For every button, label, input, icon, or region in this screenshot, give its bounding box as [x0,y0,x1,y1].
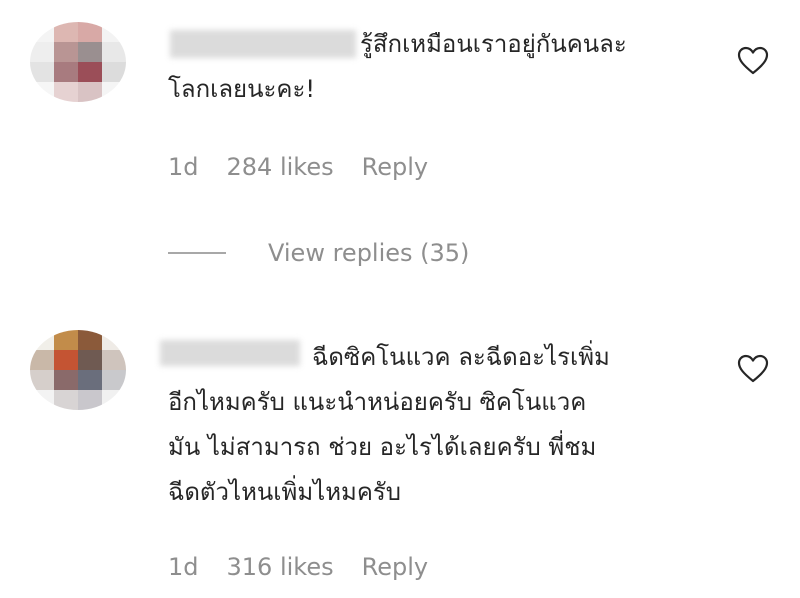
comment-meta: 1d 316 likes Reply [168,553,428,581]
avatar-pixel [102,370,126,390]
divider-line [168,252,226,254]
likes-count[interactable]: 316 likes [227,553,334,581]
avatar-pixel [30,42,54,62]
avatar[interactable] [30,330,126,410]
avatar-pixel [54,22,78,42]
avatar-pixel [78,62,102,82]
heart-outline-icon [737,354,769,383]
avatar-pixel [78,370,102,390]
avatar[interactable] [30,22,126,102]
reply-button[interactable]: Reply [362,553,428,581]
avatar-pixel [54,350,78,370]
avatar-pixel [30,62,54,82]
avatar-pixel [30,350,54,370]
avatar-pixel [54,330,78,350]
avatar-pixel [54,62,78,82]
view-replies-button[interactable]: View replies (35) [168,235,469,271]
avatar-pixel [78,350,102,370]
avatar-pixel [54,42,78,62]
avatar-pixel [30,370,54,390]
avatar-pixel [54,82,78,102]
avatar-pixel [30,82,54,102]
avatar-pixel [30,22,54,42]
avatar-pixel [78,330,102,350]
reply-button[interactable]: Reply [362,153,428,181]
heart-icon[interactable] [737,46,769,76]
avatar-pixel [30,330,54,350]
heart-outline-icon [737,46,769,75]
avatar-pixel [78,82,102,102]
avatar-pixel [102,82,126,102]
avatar-pixel [54,370,78,390]
avatar-pixel [102,390,126,410]
avatar-pixel [102,350,126,370]
view-replies-label: View replies (35) [268,239,470,267]
avatar-pixel [78,22,102,42]
avatar-pixel [30,390,54,410]
avatar-pixel [102,22,126,42]
comment-time[interactable]: 1d [168,153,199,181]
avatar-pixel [54,390,78,410]
avatar-pixel [102,42,126,62]
avatar-pixel [102,330,126,350]
avatar-pixel [78,42,102,62]
avatar-pixel [78,390,102,410]
likes-count[interactable]: 284 likes [227,153,334,181]
comment-meta: 1d 284 likes Reply [168,153,428,181]
avatar-pixel [102,62,126,82]
comment-text: รู้สึกเหมือนเราอยู่กันคนละ โลกเลยนะคะ! [168,30,627,103]
heart-icon[interactable] [737,354,769,384]
comment-text: ฉีดซิคโนแวค ละฉีดอะไรเพิ่ม อีกไหมครับ แน… [168,343,610,506]
comment-time[interactable]: 1d [168,553,199,581]
